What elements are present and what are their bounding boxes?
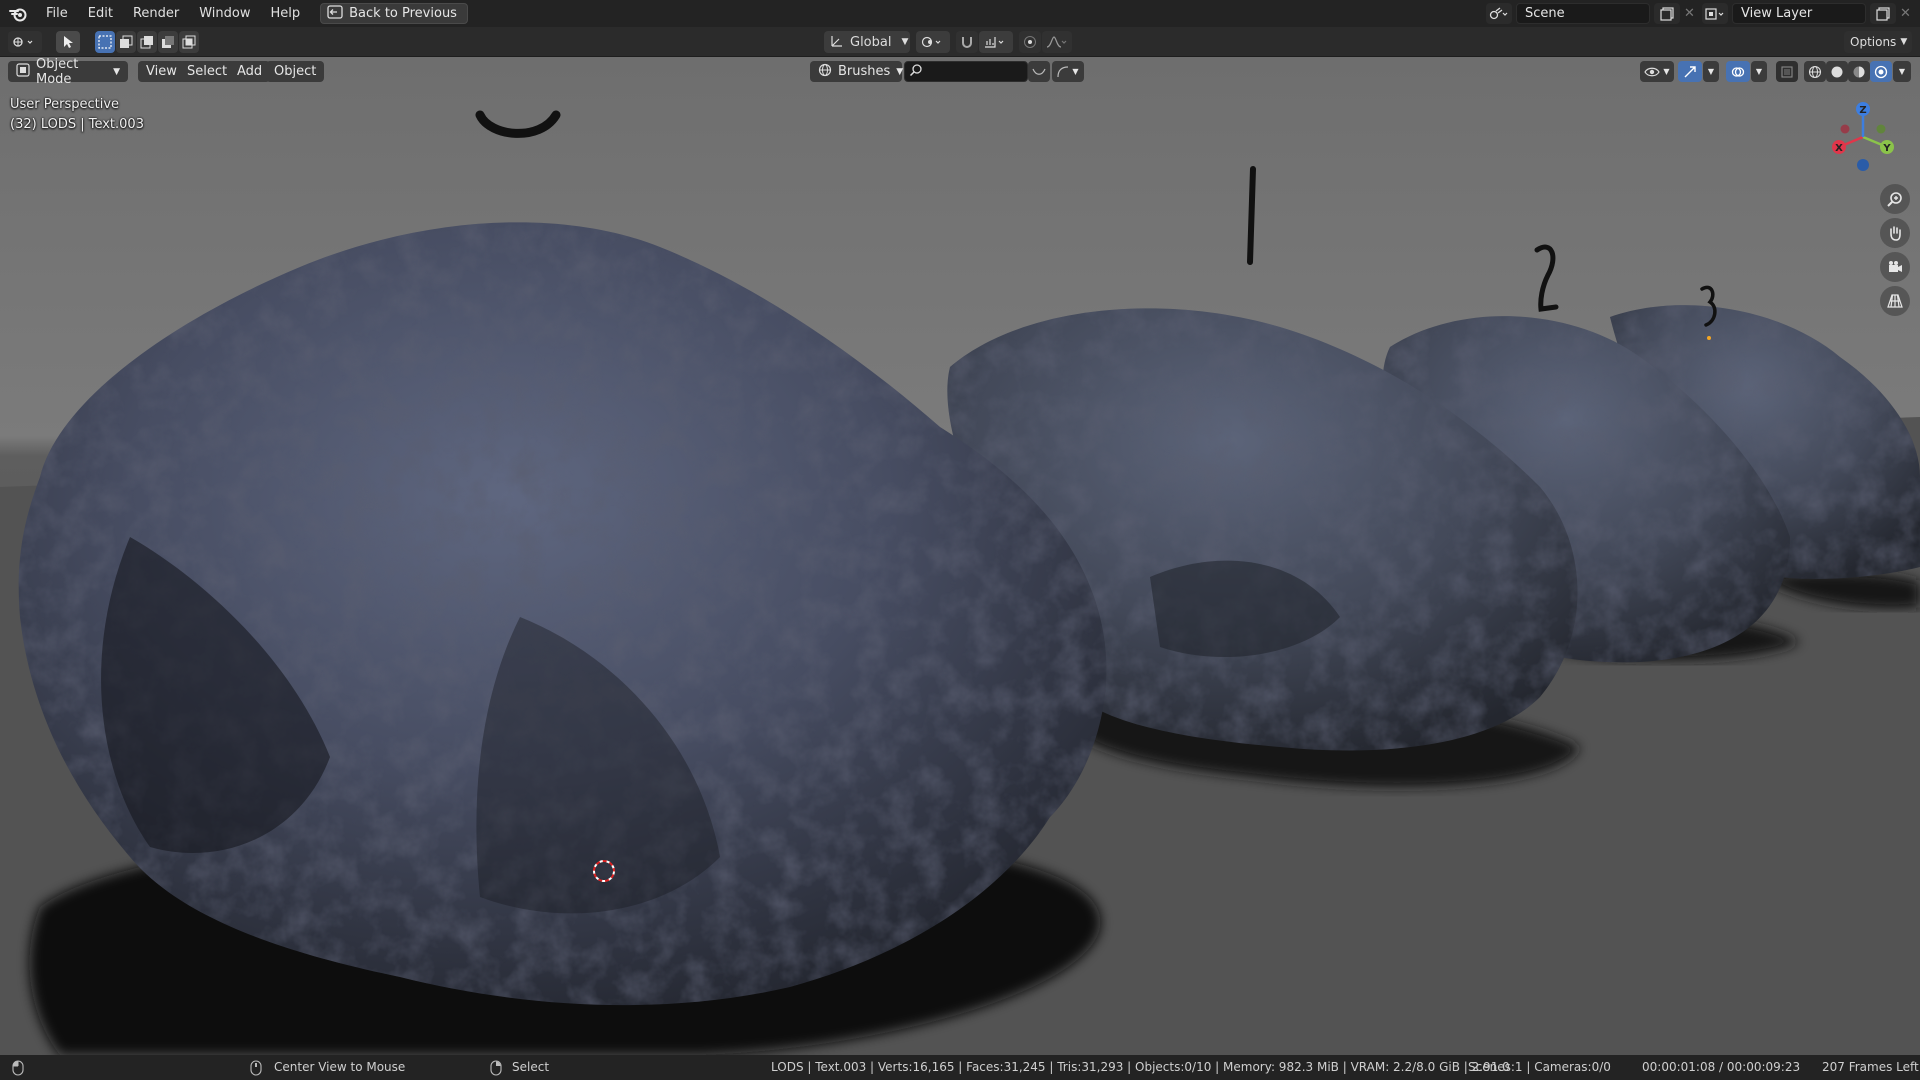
mouse-middle-icon — [250, 1055, 262, 1080]
select-menu[interactable]: Select — [179, 61, 236, 82]
chevron-down-icon: ▼ — [1900, 37, 1908, 47]
pan-hand-icon[interactable] — [1880, 218, 1910, 248]
y-axis-label: Y — [1882, 143, 1891, 154]
material-preview-icon[interactable] — [1848, 61, 1870, 82]
status-timecode: 00:00:01:08 / 00:00:09:23 — [1642, 1060, 1801, 1074]
blender-logo-icon[interactable] — [0, 0, 36, 27]
curve-preset-icon[interactable]: ▼ — [1052, 61, 1084, 82]
chevron-down-icon: ▼ — [901, 37, 909, 47]
navigation-gizmo[interactable]: X Y Z — [1825, 97, 1905, 177]
proportional-edit-icon[interactable] — [1019, 31, 1041, 53]
status-scene-stats: LODS | Text.003 | Verts:16,165 | Faces:3… — [771, 1060, 1510, 1074]
globe-icon — [818, 63, 832, 81]
mouse-right-icon — [490, 1055, 502, 1080]
chevron-down-icon[interactable]: ▼ — [1703, 61, 1719, 82]
back-to-previous-label: Back to Previous — [349, 6, 457, 21]
rendered-shading-icon[interactable] — [1870, 61, 1892, 82]
snap-target-icon[interactable] — [979, 31, 1013, 53]
orientation-label: Global — [850, 34, 892, 50]
mode-label: Object Mode — [36, 57, 79, 87]
scene-name-field[interactable]: Scene — [1516, 3, 1650, 24]
select-mode-intersect-icon[interactable] — [179, 31, 199, 53]
proportional-falloff-icon[interactable] — [1042, 31, 1072, 53]
select-mode-subtract-icon[interactable] — [137, 31, 157, 53]
chevron-down-icon: ▼ — [113, 66, 120, 77]
perspective-label: User Perspective — [10, 97, 120, 112]
editor-type-icon[interactable] — [8, 31, 42, 53]
scene-browse-icon[interactable] — [1486, 3, 1512, 24]
orientation-axis-icon — [830, 34, 844, 51]
x-axis-label: X — [1835, 143, 1843, 154]
view-menu[interactable]: View — [138, 61, 185, 82]
zoom-icon[interactable] — [1880, 184, 1910, 214]
chevron-down-icon[interactable]: ▼ — [1751, 61, 1767, 82]
new-view-layer-icon[interactable] — [1870, 3, 1896, 24]
top-menu-bar: File Edit Render Window Help Back to Pre… — [0, 0, 1920, 27]
text-object-1[interactable] — [1247, 166, 1256, 265]
tool-header: Global ▼ Options ▼ — [0, 27, 1920, 57]
snap-toggle-icon[interactable] — [956, 31, 978, 53]
options-label: Options — [1850, 35, 1897, 49]
search-icon — [909, 63, 923, 81]
camera-view-icon[interactable] — [1880, 252, 1910, 282]
wireframe-shading-icon[interactable] — [1804, 61, 1826, 82]
visibility-icon[interactable]: ▼ — [1640, 61, 1674, 82]
menu-window[interactable]: Window — [189, 0, 260, 27]
viewport-header: Object Mode ▼ View Select Add Object Bru… — [0, 57, 1920, 87]
menu-file[interactable]: File — [36, 0, 78, 27]
scene-selector-group: Scene ✕ View Layer ✕ — [1486, 3, 1914, 24]
back-arrow-icon — [327, 4, 343, 23]
select-mode-invert-icon[interactable] — [158, 31, 178, 53]
chevron-down-icon[interactable]: ▼ — [1893, 61, 1911, 82]
select-tool-icon[interactable] — [56, 31, 80, 53]
brushes-dropdown[interactable]: Brushes ▼ — [810, 61, 904, 82]
gizmo-toggle-icon[interactable] — [1678, 61, 1702, 82]
status-center-view: Center View to Mouse — [274, 1060, 406, 1074]
add-menu[interactable]: Add — [229, 61, 271, 82]
brushes-label: Brushes — [838, 64, 891, 79]
status-select: Select — [512, 1060, 550, 1074]
overlays-toggle-icon[interactable] — [1726, 61, 1750, 82]
viewport-scene — [0, 57, 1920, 1055]
chevron-down-icon: ▼ — [896, 66, 904, 77]
back-to-previous-button[interactable]: Back to Previous — [320, 3, 468, 24]
solid-shading-icon[interactable] — [1826, 61, 1848, 82]
menu-edit[interactable]: Edit — [78, 0, 123, 27]
scene-close-icon[interactable]: ✕ — [1684, 6, 1698, 21]
collection-info-label: (32) LODS | Text.003 — [10, 117, 144, 132]
z-axis-label: Z — [1859, 105, 1866, 116]
pivot-point-icon[interactable] — [916, 31, 950, 53]
view-layer-browse-icon[interactable] — [1702, 3, 1728, 24]
menu-help[interactable]: Help — [261, 0, 311, 27]
options-dropdown[interactable]: Options ▼ — [1844, 31, 1912, 53]
3d-viewport[interactable]: Object Mode ▼ View Select Add Object Bru… — [0, 57, 1920, 1055]
status-frames-left: 207 Frames Left — [1822, 1060, 1919, 1074]
select-mode-extend-icon[interactable] — [116, 31, 136, 53]
menu-render[interactable]: Render — [123, 0, 189, 27]
falloff-curve-icon[interactable] — [1028, 61, 1050, 82]
status-bar: Center View to Mouse Select LODS | Text.… — [0, 1055, 1920, 1080]
perspective-toggle-icon[interactable] — [1880, 286, 1910, 316]
origin-dot — [1707, 336, 1711, 340]
brush-search-input[interactable] — [904, 61, 1028, 82]
object-mode-icon — [16, 62, 30, 81]
transform-orientation-dropdown[interactable]: Global ▼ — [824, 31, 910, 53]
select-mode-new-icon[interactable] — [95, 31, 115, 53]
view-layer-close-icon[interactable]: ✕ — [1900, 6, 1914, 21]
new-scene-icon[interactable] — [1654, 3, 1680, 24]
status-scenes-cameras: Scenes:1 | Cameras:0/0 — [1468, 1060, 1611, 1074]
mode-dropdown[interactable]: Object Mode ▼ — [8, 57, 128, 87]
mouse-left-icon — [12, 1055, 24, 1080]
view-layer-field[interactable]: View Layer — [1732, 3, 1866, 24]
object-menu[interactable]: Object — [266, 61, 325, 82]
xray-toggle-icon[interactable] — [1776, 61, 1798, 82]
